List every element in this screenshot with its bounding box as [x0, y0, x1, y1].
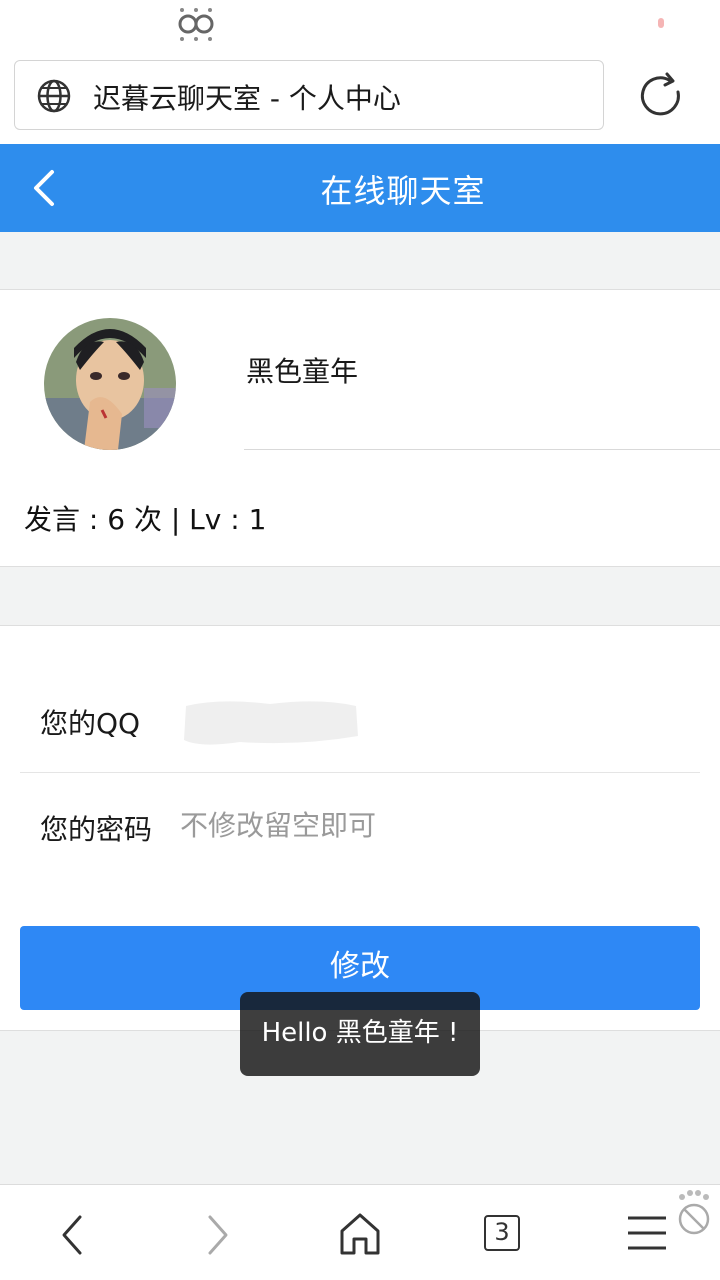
bottom-nav-bar: 3 — [0, 1184, 720, 1280]
page-title: 在线聊天室 — [320, 172, 486, 210]
tabs-icon[interactable]: 3 — [484, 1215, 520, 1251]
address-text: 迟暮云聊天室 - 个人中心 — [93, 82, 401, 115]
avatar[interactable] — [44, 318, 176, 450]
logo-icon — [178, 8, 214, 41]
qq-label: 您的QQ — [40, 707, 141, 740]
nav-forward-icon[interactable] — [200, 1213, 234, 1257]
reload-icon[interactable] — [638, 72, 686, 120]
profile-card: 黑色童年 发言 : 6 次 | Lv : 1 — [0, 289, 720, 567]
app-header: 在线聊天室 — [0, 144, 720, 232]
divider — [20, 772, 700, 773]
address-bar[interactable]: 迟暮云聊天室 - 个人中心 — [14, 60, 604, 130]
nav-back-icon[interactable] — [56, 1213, 90, 1257]
extension-icon[interactable] — [674, 1189, 714, 1239]
globe-icon — [37, 79, 71, 113]
browser-top-bar: 迟暮云聊天室 - 个人中心 — [0, 0, 720, 144]
user-stats: 发言 : 6 次 | Lv : 1 — [24, 503, 267, 536]
divider — [244, 449, 720, 450]
password-label: 您的密码 — [40, 813, 153, 846]
qq-value-redacted — [184, 701, 358, 745]
status-indicator — [658, 18, 664, 28]
toast-message: Hello 黑色童年 ! — [240, 992, 480, 1076]
menu-icon[interactable] — [626, 1215, 668, 1251]
password-input[interactable] — [180, 800, 680, 850]
username: 黑色童年 — [246, 355, 359, 388]
home-icon[interactable] — [336, 1209, 384, 1257]
settings-form: 您的QQ 您的密码 修改 — [0, 625, 720, 1031]
